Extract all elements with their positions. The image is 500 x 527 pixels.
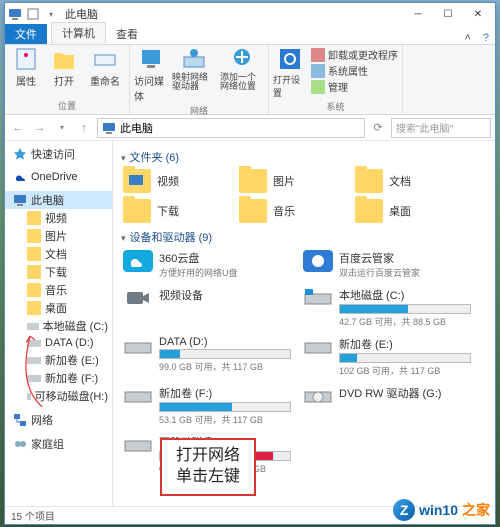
ribbon-group-system: 打开设置 卸载或更改程序 系统属性 管理 系统 [269,45,403,114]
open-settings-button[interactable]: 打开设置 [273,47,307,99]
drive-vol-e[interactable]: 新加卷 (E:)102 GB 可用，共 117 GB [301,333,473,380]
pc-icon [102,121,116,135]
properties-button[interactable]: 属性 [9,47,43,88]
navigation-bar: ← → ▾ ↑ 此电脑 ⟳ 搜索"此电脑" [5,115,495,141]
rename-button[interactable]: 重命名 [85,47,125,88]
folder-music[interactable]: 音乐 [237,197,345,225]
navigation-pane: 快速访问 OneDrive 此电脑 视频 图片 文档 下载 音乐 桌面 本地磁盘… [5,141,113,506]
hdd-icon [303,336,333,358]
hdd-icon [303,287,333,309]
pc-icon [7,6,23,22]
drive-dvd-g[interactable]: DVD RW 驱动器 (G:) [301,382,473,429]
ribbon: 属性 打开 重命名 位置 访问媒体 [5,45,495,115]
tree-vol-e[interactable]: 新加卷 (E:) [5,351,112,369]
forward-button[interactable]: → [31,119,49,137]
section-folders[interactable]: ▾文件夹 (6) [121,145,487,167]
back-button[interactable]: ← [9,119,27,137]
tree-data-d[interactable]: DATA (D:) [5,335,112,351]
maximize-button[interactable]: ☐ [433,3,463,25]
baidu-icon [303,250,333,272]
tree-downloads[interactable]: 下载 [5,263,112,281]
recent-dropdown-icon[interactable]: ▾ [53,119,71,137]
ribbon-collapse-icon[interactable]: ˄ [458,32,476,44]
tree-local-c[interactable]: 本地磁盘 (C:) [5,317,112,335]
drive-360cloud[interactable]: 360云盘方便好用的网络U盘 [121,247,293,282]
tree-this-pc[interactable]: 此电脑 [5,191,112,209]
folder-downloads[interactable]: 下载 [121,197,229,225]
tab-file[interactable]: 文件 [5,24,47,44]
tab-view[interactable]: 查看 [106,24,148,44]
drive-video-device[interactable]: 视频设备 [121,284,293,331]
annotation-callout: 打开网络 单击左键 [160,438,256,496]
open-button[interactable]: 打开 [47,47,81,88]
usb-icon [123,434,153,456]
tree-music[interactable]: 音乐 [5,281,112,299]
drive-vol-f[interactable]: 新加卷 (F:)53.1 GB 可用，共 117 GB [121,382,293,429]
drive-baidu[interactable]: 百度云管家双击运行百度云管家 [301,247,473,282]
qat-dropdown-icon[interactable]: ▾ [43,6,59,22]
tree-removable-h[interactable]: 可移动磁盘(H:) [5,387,112,405]
close-button[interactable]: ✕ [463,3,493,25]
access-media-button[interactable]: 访问媒体 [134,47,168,103]
folder-videos[interactable]: 视频 [121,167,229,195]
address-bar[interactable]: 此电脑 [97,118,365,138]
drive-local-c[interactable]: 本地磁盘 (C:)42.7 GB 可用，共 88.5 GB [301,284,473,331]
refresh-button[interactable]: ⟳ [369,119,387,137]
folder-desktop[interactable]: 桌面 [353,197,461,225]
tree-onedrive[interactable]: OneDrive [5,169,112,185]
help-icon[interactable]: ? [477,32,495,44]
search-input[interactable]: 搜索"此电脑" [391,118,491,138]
camera-icon [123,287,153,309]
tab-computer[interactable]: 计算机 [51,22,106,44]
hdd-icon [123,385,153,407]
tree-documents[interactable]: 文档 [5,245,112,263]
tree-desktop[interactable]: 桌面 [5,299,112,317]
dvd-icon [303,385,333,407]
status-bar: 15 个项目 [5,506,495,524]
drive-data-d[interactable]: DATA (D:)99.0 GB 可用，共 117 GB [121,333,293,380]
qat-properties-icon[interactable] [25,6,41,22]
ribbon-group-network: 访问媒体 映射网络驱动器 添加一个网络位置 网络 [130,45,269,114]
uninstall-button[interactable]: 卸载或更改程序 [311,47,398,62]
map-drive-button[interactable]: 映射网络驱动器 [172,47,216,91]
ribbon-tabs: 文件 计算机 查看 ˄ ? [5,25,495,45]
folder-documents[interactable]: 文档 [353,167,461,195]
tree-homegroup[interactable]: 家庭组 [5,435,112,453]
folder-pictures[interactable]: 图片 [237,167,345,195]
breadcrumb[interactable]: 此电脑 [120,120,153,136]
hdd-icon [123,336,153,358]
up-button[interactable]: ↑ [75,119,93,137]
cloud-icon [123,250,153,272]
tree-network[interactable]: 网络 [5,411,112,429]
manage-button[interactable]: 管理 [311,79,398,94]
tree-pictures[interactable]: 图片 [5,227,112,245]
usage-bar [340,305,408,313]
section-devices[interactable]: ▾设备和驱动器 (9) [121,225,487,247]
add-location-button[interactable]: 添加一个网络位置 [220,47,264,91]
ribbon-group-location: 属性 打开 重命名 位置 [5,45,130,114]
minimize-button[interactable]: ─ [403,3,433,25]
tree-quick-access[interactable]: 快速访问 [5,145,112,163]
tree-videos[interactable]: 视频 [5,209,112,227]
window-title: 此电脑 [59,6,403,22]
system-properties-button[interactable]: 系统属性 [311,63,398,78]
tree-vol-f[interactable]: 新加卷 (F:) [5,369,112,387]
